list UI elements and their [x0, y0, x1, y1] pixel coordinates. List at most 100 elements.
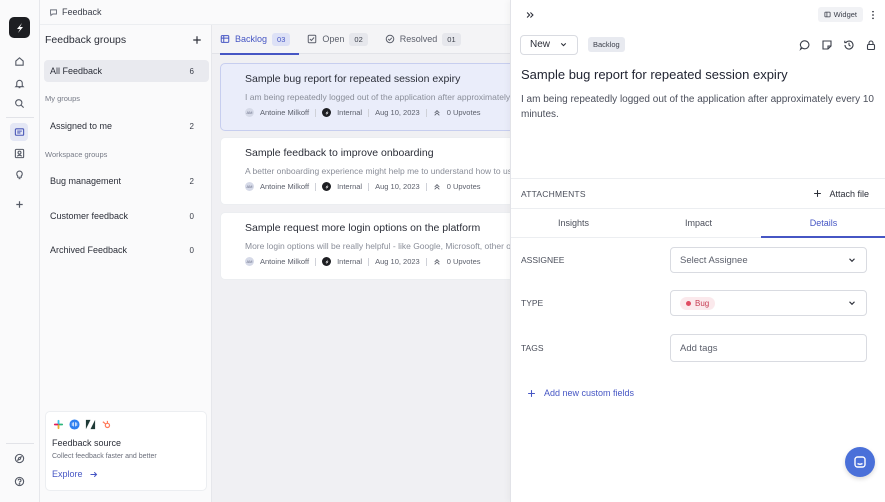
- compass-icon[interactable]: [10, 449, 28, 467]
- slack-icon: [52, 418, 64, 430]
- feedback-card[interactable]: Sample request more login options on the…: [220, 212, 510, 280]
- status-value: New: [530, 39, 551, 50]
- feedback-card[interactable]: Sample bug report for repeated session e…: [220, 63, 510, 131]
- backlog-icon: [220, 34, 230, 44]
- workspace-groups-heading: Workspace groups: [45, 150, 108, 159]
- card-title: Sample bug report for repeated session e…: [245, 73, 461, 85]
- tab-count: 01: [442, 32, 461, 46]
- chat-icon: [853, 455, 867, 469]
- tags-input[interactable]: Add tags: [670, 334, 867, 362]
- feedback-icon[interactable]: [10, 123, 28, 141]
- meta-divider: [368, 108, 370, 117]
- intercom-icon: [68, 418, 80, 430]
- chat-bubble-icon: [49, 8, 58, 17]
- type-bug-pill: Bug: [680, 296, 716, 310]
- feedback-title[interactable]: Sample bug report for repeated session e…: [521, 67, 788, 82]
- tab-count: 02: [349, 32, 368, 46]
- card-description: I am being repeatedly logged out of the …: [245, 92, 510, 102]
- group-count: 6: [189, 66, 194, 76]
- explore-label: Explore: [52, 469, 83, 479]
- assignee-select[interactable]: Select Assignee: [670, 247, 867, 273]
- status-dropdown[interactable]: New: [520, 34, 578, 55]
- assignee-placeholder: Select Assignee: [680, 254, 748, 266]
- chevron-down-icon: [559, 40, 568, 49]
- arrow-right-icon: [89, 470, 98, 479]
- tags-placeholder: Add tags: [680, 342, 718, 354]
- lock-icon[interactable]: [865, 39, 877, 51]
- detail-toolbar: Widget: [511, 0, 885, 29]
- group-label: Assigned to me: [50, 121, 113, 131]
- feedback-card[interactable]: Sample feedback to improve onboarding A …: [220, 137, 510, 205]
- rail-divider-bottom: [6, 443, 34, 444]
- breadcrumb-label[interactable]: Feedback: [62, 7, 102, 17]
- assignee-row: ASSIGNEE Select Assignee: [521, 247, 867, 273]
- group-assigned-to-me[interactable]: Assigned to me 2: [44, 115, 209, 137]
- upvote-icon[interactable]: [433, 183, 441, 191]
- feedback-source-desc: Collect feedback faster and better: [52, 453, 157, 460]
- note-icon[interactable]: [821, 39, 833, 51]
- groups-title: Feedback groups: [45, 33, 127, 46]
- chat-launcher-button[interactable]: [845, 447, 875, 477]
- card-source: Internal: [337, 257, 363, 266]
- upvote-icon[interactable]: [433, 258, 441, 266]
- type-select[interactable]: Bug: [670, 290, 867, 316]
- meta-divider: [425, 257, 427, 266]
- tab-backlog[interactable]: Backlog 03: [220, 25, 300, 55]
- collapse-panel-icon[interactable]: [525, 10, 535, 20]
- group-archived-feedback[interactable]: Archived Feedback 0: [44, 239, 209, 261]
- integration-icons: [52, 418, 200, 430]
- add-group-plus-icon[interactable]: [192, 35, 202, 45]
- meta-divider: [315, 108, 317, 117]
- lightbulb-icon[interactable]: [10, 165, 28, 183]
- meta-divider: [315, 257, 317, 266]
- avatar: AM: [245, 182, 254, 191]
- open-icon: [307, 34, 317, 44]
- comment-icon[interactable]: [799, 39, 811, 51]
- bug-dot: [686, 300, 691, 306]
- add-custom-fields-button[interactable]: Add new custom fields: [527, 388, 634, 398]
- card-author: Antoine Milkoff: [260, 108, 310, 117]
- avatar: AM: [245, 257, 254, 266]
- tab-insights[interactable]: Insights: [511, 209, 636, 237]
- toolbar-right: Widget: [817, 7, 875, 22]
- help-icon[interactable]: [10, 472, 28, 490]
- group-label: Customer feedback: [50, 211, 129, 221]
- group-count: 0: [189, 245, 194, 255]
- home-icon[interactable]: [10, 52, 28, 70]
- tab-count: 03: [272, 32, 291, 46]
- more-options-icon[interactable]: [871, 10, 875, 20]
- app-logo-icon[interactable]: [9, 17, 30, 38]
- attach-file-button[interactable]: Attach file: [813, 189, 869, 199]
- card-meta: AM Antoine Milkoff Internal Aug 10, 2023…: [245, 257, 510, 266]
- tab-resolved[interactable]: Resolved 01: [385, 25, 470, 54]
- history-icon[interactable]: [843, 39, 855, 51]
- meta-divider: [315, 182, 317, 191]
- widget-button[interactable]: Widget: [817, 7, 863, 22]
- tab-details[interactable]: Details: [761, 209, 885, 238]
- tab-open[interactable]: Open 02: [307, 25, 376, 54]
- search-icon[interactable]: [10, 94, 28, 112]
- bell-icon[interactable]: [10, 74, 28, 92]
- feedback-description[interactable]: I am being repeatedly logged out of the …: [521, 92, 876, 122]
- tab-impact[interactable]: Impact: [636, 209, 761, 237]
- group-all-feedback[interactable]: All Feedback 6: [44, 60, 209, 82]
- group-customer-feedback[interactable]: Customer feedback 0: [44, 205, 209, 227]
- attachments-row: ATTACHMENTS Attach file: [511, 178, 885, 208]
- contacts-icon[interactable]: [10, 144, 28, 162]
- explore-link[interactable]: Explore: [52, 469, 200, 479]
- group-count: 2: [189, 121, 194, 131]
- card-description: More login options will be really helpfu…: [245, 241, 510, 251]
- group-bug-management[interactable]: Bug management 2: [44, 170, 209, 192]
- tags-row: TAGS Add tags: [521, 334, 867, 362]
- avatar: AM: [245, 108, 254, 117]
- meta-divider: [368, 182, 370, 191]
- type-value: Bug: [695, 298, 710, 308]
- upvote-icon[interactable]: [433, 109, 441, 117]
- feedback-list-pane: Backlog 03 Open 02 Resolved 01 Sample bu…: [212, 25, 510, 502]
- card-title: Sample request more login options on the…: [245, 222, 481, 234]
- tab-label: Open: [322, 34, 345, 44]
- plus-icon[interactable]: [10, 195, 28, 213]
- status-group: New Backlog: [520, 34, 625, 55]
- card-upvotes: 0 Upvotes: [446, 182, 481, 191]
- group-count: 0: [189, 211, 194, 221]
